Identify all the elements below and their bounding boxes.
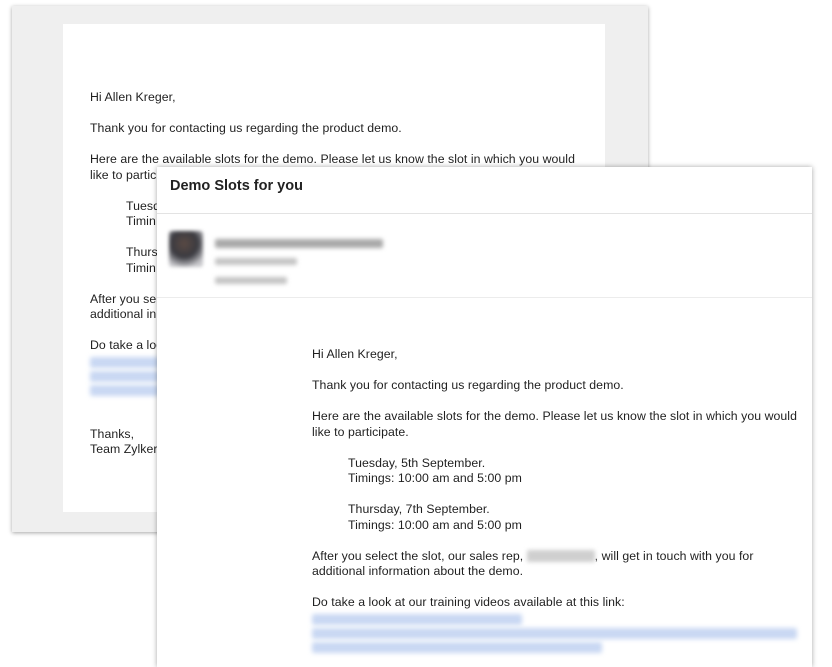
email-body: Hi Allen Kreger, Thank you for contactin…: [312, 347, 800, 653]
greeting: Hi Allen Kreger,: [312, 347, 398, 361]
back-training-link[interactable]: [90, 356, 160, 368]
sent-time-redacted: [215, 258, 297, 265]
recipient-redacted: [215, 277, 287, 284]
slot1-time: Timings: 10:00 am and 5:00 pm: [348, 471, 522, 485]
divider: [157, 297, 812, 298]
after-suffix: , will get in touch with you for: [594, 548, 754, 563]
back-slots-line-1: Here are the available slots for the dem…: [90, 152, 575, 166]
email-view-window: Demo Slots for you Hi Allen Kreger, Than…: [157, 167, 812, 667]
email-subject: Demo Slots for you: [170, 178, 303, 194]
videos-line: Do take a look at our training videos av…: [312, 595, 625, 609]
training-link[interactable]: [312, 613, 522, 625]
sender-avatar[interactable]: [169, 231, 203, 267]
slots-line-2: like to participate.: [312, 424, 409, 439]
back-thanks-line: Thank you for contacting us regarding th…: [90, 121, 402, 135]
training-link-2[interactable]: [312, 627, 797, 639]
training-link-3[interactable]: [312, 641, 602, 653]
thanks-line: Thank you for contacting us regarding th…: [312, 378, 624, 392]
after-line-2: additional information about the demo.: [312, 564, 524, 578]
after-line-1: After you select the slot, our sales rep…: [312, 549, 800, 565]
slot2-day: Thursday, 7th September.: [348, 502, 490, 516]
slot2-time: Timings: 10:00 am and 5:00 pm: [348, 517, 522, 532]
divider: [157, 213, 812, 214]
back-training-link-2[interactable]: [90, 370, 160, 382]
slots-line-1: Here are the available slots for the dem…: [312, 409, 797, 423]
sales-rep-redacted: [526, 549, 595, 562]
back-greeting: Hi Allen Kreger,: [90, 90, 176, 104]
sender-address-redacted: [215, 239, 383, 248]
sender-block[interactable]: [157, 217, 412, 292]
after-prefix: After you select the slot, our sales rep…: [312, 548, 527, 563]
back-training-link-3[interactable]: [90, 384, 160, 396]
slot1-day: Tuesday, 5th September.: [348, 455, 486, 470]
